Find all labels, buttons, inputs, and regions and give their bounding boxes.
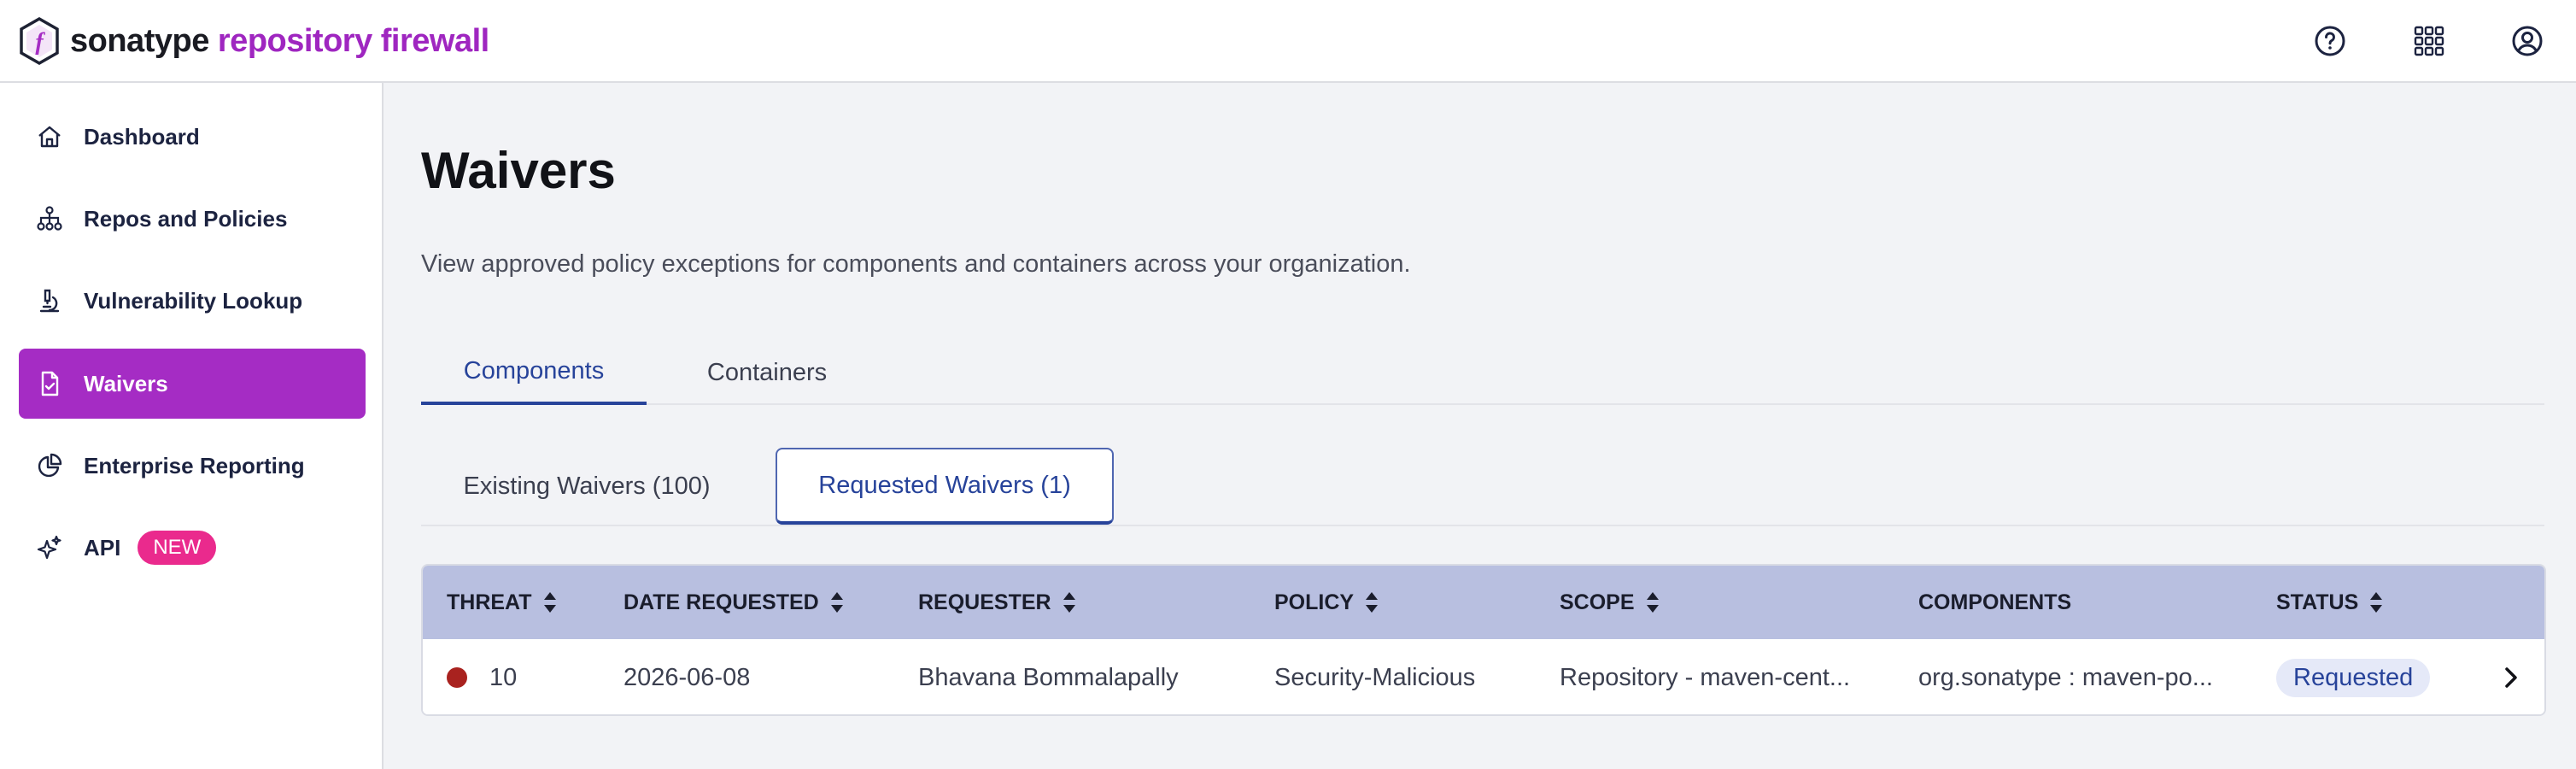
sort-icon: [1366, 592, 1379, 613]
column-header-scope[interactable]: SCOPE: [1560, 566, 1660, 639]
subtab-requested-waivers[interactable]: Requested Waivers (1): [776, 448, 1114, 525]
sidebar-item-label: Repos and Policies: [84, 205, 288, 232]
sidebar-item-waivers[interactable]: Waivers: [19, 349, 366, 419]
new-badge: NEW: [138, 531, 217, 565]
column-header-threat[interactable]: THREAT: [447, 566, 558, 639]
column-header-label: SCOPE: [1560, 590, 1635, 614]
page-description: View approved policy exceptions for comp…: [421, 250, 1411, 278]
status-badge: Requested: [2276, 658, 2431, 697]
sidebar-item-label: Dashboard: [84, 123, 200, 150]
column-header-label: COMPONENTS: [1918, 590, 2072, 614]
sidebar-item-label: Vulnerability Lookup: [84, 287, 303, 314]
sort-icon: [1646, 592, 1659, 613]
column-header-label: DATE REQUESTED: [624, 590, 819, 614]
column-header-label: REQUESTER: [918, 590, 1051, 614]
apps-grid-icon[interactable]: [2410, 22, 2448, 60]
sonatype-logo-icon: f: [20, 17, 59, 65]
logo-product: repository firewall: [217, 22, 489, 59]
subtab-bar: Existing Waivers (100) Requested Waivers…: [421, 448, 2544, 526]
sort-icon: [830, 592, 843, 613]
column-header-label: THREAT: [447, 590, 532, 614]
microscope-icon: [34, 285, 65, 316]
waivers-table: THREAT DATE REQUESTED REQUESTER POLICY S…: [421, 564, 2546, 716]
tab-components[interactable]: Components: [421, 340, 647, 405]
sidebar-item-api[interactable]: API NEW: [19, 513, 366, 583]
tab-bar: Components Containers: [421, 340, 2544, 405]
help-icon[interactable]: [2311, 22, 2349, 60]
table-row[interactable]: 10 2026-06-08 Bhavana Bommalapally Secur…: [423, 639, 2544, 714]
cell-policy: Security-Malicious: [1274, 663, 1476, 691]
table-header: THREAT DATE REQUESTED REQUESTER POLICY S…: [423, 566, 2544, 639]
sparkle-icon: [34, 532, 65, 563]
home-icon: [34, 121, 65, 152]
page-title: Waivers: [421, 142, 616, 199]
chevron-right-icon[interactable]: [2498, 665, 2524, 690]
cell-requester: Bhavana Bommalapally: [918, 663, 1179, 691]
column-header-requester[interactable]: REQUESTER: [918, 566, 1077, 639]
logo[interactable]: f sonatype repository firewall: [19, 15, 489, 67]
cell-status: Requested: [2276, 639, 2431, 714]
sort-icon: [1063, 592, 1075, 613]
logo-brand: sonatype: [70, 22, 209, 59]
cell-components: org.sonatype : maven-po...: [1918, 663, 2213, 691]
sidebar-item-vulnerability-lookup[interactable]: Vulnerability Lookup: [19, 266, 366, 336]
column-header-label: STATUS: [2276, 590, 2359, 614]
logo-text: sonatype repository firewall: [70, 23, 489, 60]
sidebar-item-label: Enterprise Reporting: [84, 452, 305, 478]
column-header-policy[interactable]: POLICY: [1274, 566, 1379, 639]
threat-level-dot: [447, 667, 467, 688]
sidebar: Dashboard Repos and Policies Vulnerabili…: [0, 83, 383, 769]
top-header: f sonatype repository firewall: [0, 0, 2576, 83]
column-header-date-requested[interactable]: DATE REQUESTED: [624, 566, 845, 639]
cell-scope: Repository - maven-cent...: [1560, 663, 1851, 691]
column-header-label: POLICY: [1274, 590, 1355, 614]
sidebar-item-enterprise-reporting[interactable]: Enterprise Reporting: [19, 431, 366, 501]
threat-score: 10: [489, 663, 518, 691]
user-account-icon[interactable]: [2509, 22, 2546, 60]
sidebar-item-label: API: [84, 534, 121, 561]
sidebar-item-dashboard[interactable]: Dashboard: [19, 102, 366, 172]
hierarchy-icon: [34, 203, 65, 234]
document-check-icon: [34, 368, 65, 399]
cell-threat: 10: [447, 639, 518, 714]
sidebar-item-label: Waivers: [84, 370, 168, 396]
column-header-components: COMPONENTS: [1918, 566, 2071, 639]
tab-containers[interactable]: Containers: [686, 340, 848, 405]
column-header-status[interactable]: STATUS: [2276, 566, 2384, 639]
sidebar-item-repos-and-policies[interactable]: Repos and Policies: [19, 184, 366, 254]
sort-icon: [2370, 592, 2383, 613]
sort-icon: [543, 592, 556, 613]
cell-date-requested: 2026-06-08: [624, 663, 751, 691]
subtab-existing-waivers[interactable]: Existing Waivers (100): [421, 448, 752, 525]
pie-chart-icon: [34, 450, 65, 481]
